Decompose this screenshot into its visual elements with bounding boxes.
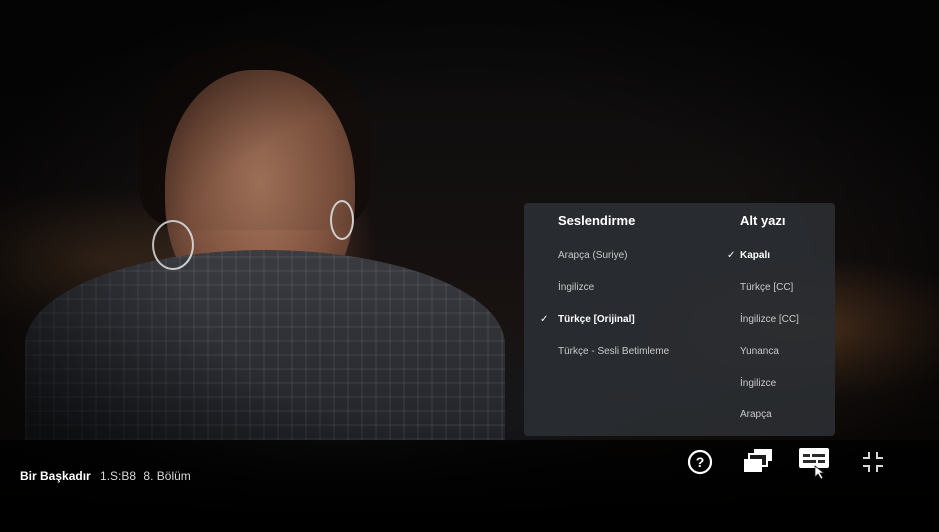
audio-subtitles-icon[interactable] xyxy=(797,446,835,480)
episodes-icon[interactable] xyxy=(742,447,774,475)
help-icon[interactable]: ? xyxy=(687,449,713,475)
audio-subtitles-panel: Seslendirme Arapça (Suriye) İngilizce ✓ … xyxy=(524,203,835,436)
exit-fullscreen-icon[interactable] xyxy=(860,449,886,475)
subtitle-option-selected[interactable]: Kapalı xyxy=(740,250,770,261)
audio-option-selected[interactable]: Türkçe [Orijinal] xyxy=(558,314,635,325)
subtitles-heading: Alt yazı xyxy=(740,213,786,228)
subtitle-option[interactable]: İngilizce [CC] xyxy=(740,314,799,325)
audio-heading: Seslendirme xyxy=(558,213,636,228)
subtitle-option[interactable]: Yunanca xyxy=(740,346,779,357)
now-playing-title: Bir Başkadır 1.S:B8 8. Bölüm xyxy=(20,469,191,483)
show-title: Bir Başkadır xyxy=(20,469,91,483)
check-icon: ✓ xyxy=(540,314,549,325)
check-icon: ✓ xyxy=(727,250,736,261)
episode-code: 1.S:B8 xyxy=(100,469,137,483)
audio-option[interactable]: Arapça (Suriye) xyxy=(558,250,627,261)
subtitle-option[interactable]: Arapça xyxy=(740,409,772,420)
subtitle-option[interactable]: Türkçe [CC] xyxy=(740,282,793,293)
svg-text:?: ? xyxy=(696,454,705,470)
audio-option[interactable]: İngilizce xyxy=(558,282,594,293)
audio-option[interactable]: Türkçe - Sesli Betimleme xyxy=(558,346,669,357)
subtitle-option[interactable]: İngilizce xyxy=(740,378,776,389)
episode-title: 8. Bölüm xyxy=(143,469,191,483)
